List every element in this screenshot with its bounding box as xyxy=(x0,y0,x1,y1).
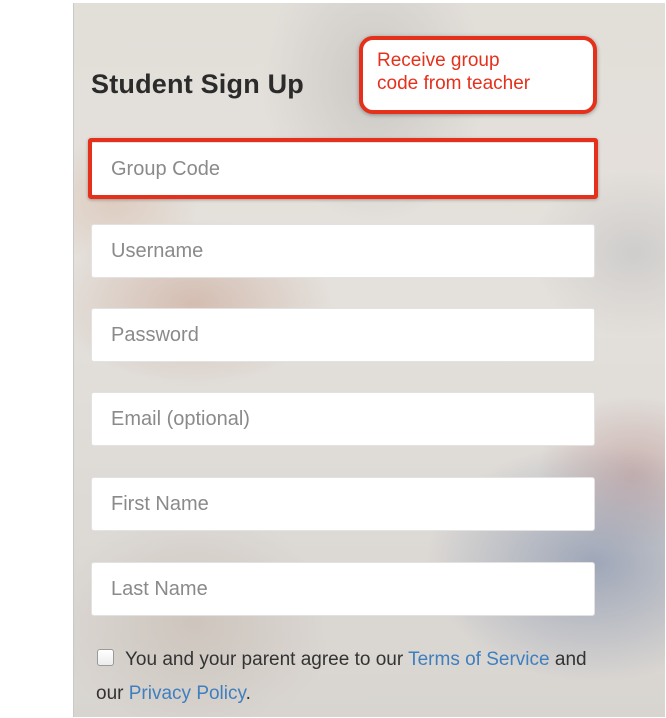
group-code-input[interactable] xyxy=(91,142,595,196)
agree-checkbox[interactable] xyxy=(97,649,114,666)
agreement-text-before: You and your parent agree to our xyxy=(125,649,409,670)
last-name-input[interactable] xyxy=(91,562,595,616)
username-input[interactable] xyxy=(91,224,595,278)
page: Student Sign Up Receive group code from … xyxy=(0,0,666,718)
signup-panel: Student Sign Up Receive group code from … xyxy=(73,3,665,717)
email-input[interactable] xyxy=(91,392,595,446)
password-input[interactable] xyxy=(91,308,595,362)
agreement-text-after: . xyxy=(245,683,251,704)
privacy-policy-link[interactable]: Privacy Policy xyxy=(129,683,246,704)
group-code-callout: Receive group code from teacher xyxy=(359,36,597,114)
callout-line-2: code from teacher xyxy=(377,73,531,94)
callout-line-1: Receive group xyxy=(377,50,500,71)
page-title: Student Sign Up xyxy=(91,69,304,99)
agreement-row: You and your parent agree to our Terms o… xyxy=(96,643,616,711)
first-name-input[interactable] xyxy=(91,477,595,531)
terms-of-service-link[interactable]: Terms of Service xyxy=(408,649,549,670)
